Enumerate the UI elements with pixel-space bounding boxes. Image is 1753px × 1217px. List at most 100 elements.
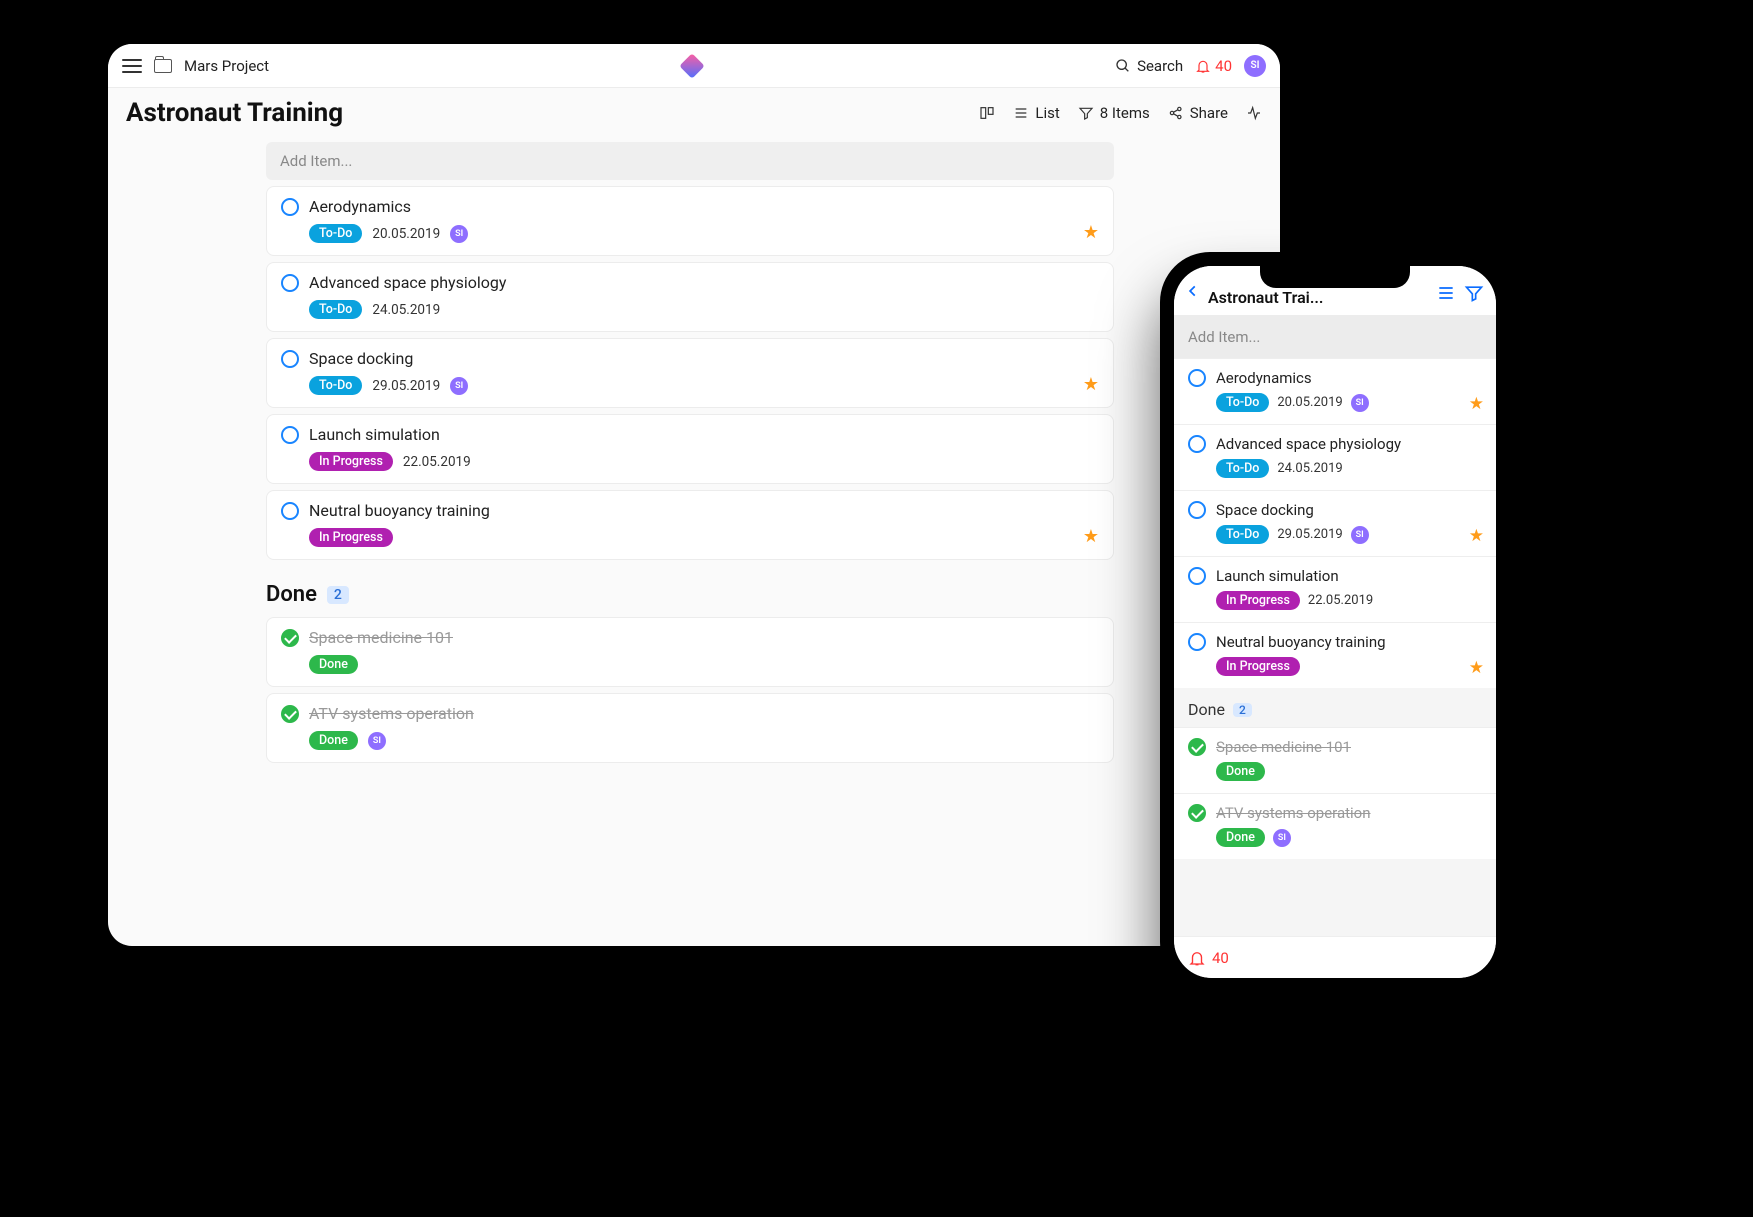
checkbox-icon[interactable] [1188, 501, 1206, 519]
checkbox-icon[interactable] [281, 274, 299, 292]
add-item-input[interactable]: Add Item... [266, 142, 1114, 180]
item-title: ATV systems operation [309, 704, 474, 723]
share-button[interactable]: Share [1168, 104, 1228, 122]
assignee-avatar: SI [1351, 394, 1369, 412]
phone-page-title: Astronaut Trai... [1208, 288, 1428, 307]
checkbox-done-icon[interactable] [1188, 804, 1206, 822]
status-badge: In Progress [309, 528, 393, 547]
chevron-left-icon [1186, 281, 1200, 301]
tablet-screen: Mars Project Search 40 SI Astronaut Trai… [108, 44, 1280, 946]
top-nav-bar: Mars Project Search 40 SI [108, 44, 1280, 88]
item-title: Advanced space physiology [1216, 435, 1401, 453]
project-name[interactable]: Mars Project [184, 57, 269, 75]
checkbox-icon[interactable] [1188, 369, 1206, 387]
item-title: Space medicine 101 [1216, 738, 1351, 756]
star-icon[interactable]: ★ [1469, 658, 1484, 678]
item-title: Advanced space physiology [309, 273, 506, 292]
status-badge: Done [1216, 828, 1265, 847]
status-badge: To-Do [309, 224, 362, 243]
share-icon [1168, 105, 1184, 121]
list-item[interactable]: Space docking To-Do29.05.2019SI ★ [1174, 490, 1496, 556]
search-icon [1115, 58, 1131, 74]
share-label: Share [1190, 104, 1228, 122]
menu-icon[interactable] [122, 59, 142, 73]
checkbox-done-icon[interactable] [281, 705, 299, 723]
star-icon[interactable]: ★ [1083, 222, 1099, 243]
done-group-label: Done [1188, 700, 1225, 719]
list-area: Add Item... Aerodynamics To-Do 20.05.201… [108, 142, 1280, 946]
star-icon[interactable]: ★ [1469, 526, 1484, 546]
checkbox-icon[interactable] [281, 350, 299, 368]
folder-icon [154, 59, 172, 73]
search-button[interactable]: Search [1115, 57, 1183, 75]
item-date: 20.05.2019 [372, 226, 440, 242]
list-view-button[interactable]: List [1013, 104, 1059, 122]
page-title: Astronaut Training [126, 98, 343, 128]
item-title: Space docking [309, 349, 413, 368]
back-button[interactable] [1186, 281, 1200, 307]
assignee-avatar: SI [1351, 526, 1369, 544]
checkbox-icon[interactable] [281, 198, 299, 216]
checkbox-icon[interactable] [1188, 633, 1206, 651]
list-item[interactable]: Neutral buoyancy training In Progress ★ [1174, 622, 1496, 688]
checkbox-icon[interactable] [281, 502, 299, 520]
status-badge: In Progress [1216, 591, 1300, 610]
item-date: 29.05.2019 [372, 378, 440, 394]
phone-add-item-input[interactable]: Add Item... [1174, 316, 1496, 358]
star-icon[interactable]: ★ [1083, 374, 1099, 395]
list-item[interactable]: ATV systems operation Done SI [266, 693, 1114, 763]
notification-count: 40 [1215, 57, 1232, 75]
list-item[interactable]: Advanced space physiology To-Do 24.05.201… [1174, 424, 1496, 490]
checkbox-done-icon[interactable] [281, 629, 299, 647]
user-avatar[interactable]: SI [1244, 55, 1266, 77]
assignee-avatar: SI [450, 377, 468, 395]
list-item[interactable]: Advanced space physiology To-Do 24.05.20… [266, 262, 1114, 332]
list-item[interactable]: Launch simulation In Progress22.05.2019 [1174, 556, 1496, 622]
list-item[interactable]: Launch simulation In Progress 22.05.2019 [266, 414, 1114, 484]
item-date: 24.05.2019 [372, 302, 440, 318]
list-item[interactable]: Space medicine 101 Done [1174, 727, 1496, 793]
filter-button[interactable]: 8 Items [1078, 104, 1150, 122]
item-title: Launch simulation [309, 425, 440, 444]
status-badge: Done [309, 731, 358, 750]
done-group-header[interactable]: Done 2 [266, 582, 1114, 607]
list-item[interactable]: ATV systems operation DoneSI [1174, 793, 1496, 859]
item-title: Aerodynamics [309, 197, 411, 216]
list-item[interactable]: Space docking To-Do 29.05.2019 SI ★ [266, 338, 1114, 408]
status-badge: To-Do [309, 376, 362, 395]
board-view-button[interactable] [979, 105, 995, 121]
checkbox-icon[interactable] [281, 426, 299, 444]
item-date: 20.05.2019 [1277, 395, 1342, 410]
item-title: Neutral buoyancy training [1216, 633, 1386, 651]
list-item[interactable]: Aerodynamics To-Do 20.05.2019 SI ★ [266, 186, 1114, 256]
checkbox-icon[interactable] [1188, 567, 1206, 585]
star-icon[interactable]: ★ [1469, 394, 1484, 414]
phone-list-button[interactable] [1436, 283, 1456, 307]
list-item[interactable]: Aerodynamics To-Do20.05.2019SI ★ [1174, 358, 1496, 424]
phone-screen: Astronaut Trai... Add Item... Aerodynami… [1174, 266, 1496, 978]
bell-icon[interactable] [1188, 949, 1206, 967]
item-title: Launch simulation [1216, 567, 1339, 585]
item-title: Neutral buoyancy training [309, 501, 490, 520]
filter-icon [1078, 105, 1094, 121]
checkbox-done-icon[interactable] [1188, 738, 1206, 756]
phone-done-group-header[interactable]: Done 2 [1174, 688, 1496, 727]
app-logo-icon[interactable] [679, 53, 704, 78]
checkbox-icon[interactable] [1188, 435, 1206, 453]
item-title: Space docking [1216, 501, 1314, 519]
list-view-label: List [1035, 104, 1059, 122]
phone-notification-count[interactable]: 40 [1212, 949, 1229, 967]
item-date: 24.05.2019 [1277, 461, 1342, 476]
list-item[interactable]: Neutral buoyancy training In Progress ★ [266, 490, 1114, 560]
list-item[interactable]: Space medicine 101 Done [266, 617, 1114, 687]
search-label: Search [1137, 57, 1183, 75]
status-badge: In Progress [309, 452, 393, 471]
notifications-button[interactable]: 40 [1195, 57, 1232, 75]
phone-filter-button[interactable] [1464, 283, 1484, 307]
status-badge: To-Do [1216, 459, 1269, 478]
item-date: 29.05.2019 [1277, 527, 1342, 542]
list-icon [1436, 283, 1456, 303]
tablet-device-frame: Mars Project Search 40 SI Astronaut Trai… [88, 24, 1300, 966]
activity-button[interactable] [1246, 105, 1262, 121]
star-icon[interactable]: ★ [1083, 526, 1099, 547]
